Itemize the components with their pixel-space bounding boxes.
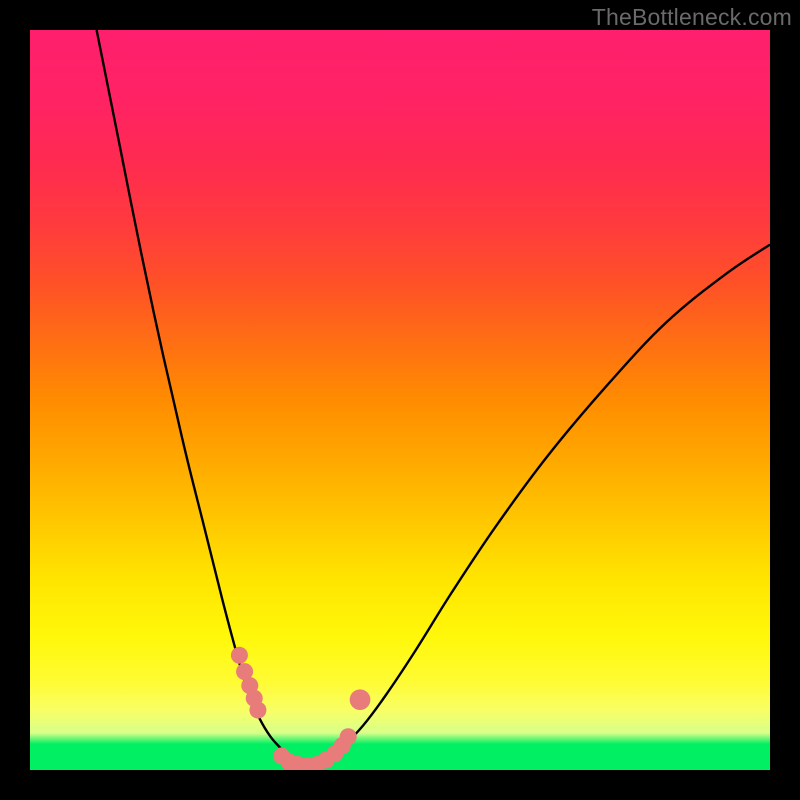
curve-left-branch xyxy=(97,30,297,764)
watermark-text: TheBottleneck.com xyxy=(592,4,792,31)
data-marker xyxy=(340,728,357,745)
chart-frame: TheBottleneck.com xyxy=(0,0,800,800)
data-marker xyxy=(231,647,248,664)
curve-right-branch xyxy=(311,245,770,767)
curve-layer xyxy=(30,30,770,770)
marker-group xyxy=(231,647,370,770)
data-marker xyxy=(350,689,371,710)
data-marker xyxy=(249,702,266,719)
plot-area xyxy=(30,30,770,770)
